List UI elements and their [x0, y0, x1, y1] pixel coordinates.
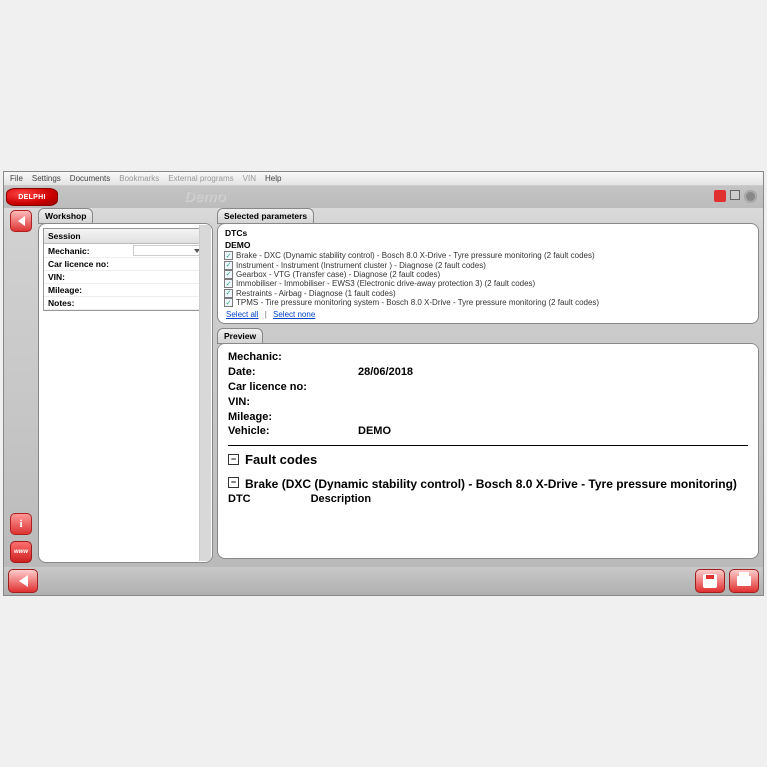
tab-selected-parameters[interactable]: Selected parameters: [217, 208, 314, 224]
pv-vin-label: VIN:: [228, 395, 358, 410]
dtc-item-label: Gearbox - VTG (Transfer case) - Diagnose…: [236, 270, 440, 279]
fault-codes-heading: Fault codes: [245, 452, 317, 467]
pv-vehicle-label: Vehicle:: [228, 424, 358, 439]
selection-links: Select all | Select none: [226, 310, 750, 319]
dtc-item-label: TPMS - Tire pressure monitoring system -…: [236, 298, 599, 307]
dtc-group-label: DEMO: [225, 240, 752, 250]
arrow-left-icon: [19, 575, 28, 587]
left-toolbar: i www: [8, 208, 34, 563]
mileage-field[interactable]: Mileage:: [44, 284, 207, 297]
section-expander-icon[interactable]: −: [228, 477, 239, 488]
col-description: Description: [311, 493, 372, 505]
checkbox-icon[interactable]: ✓: [224, 251, 233, 260]
session-header: Session: [44, 229, 207, 244]
menu-external-programs[interactable]: External programs: [168, 174, 233, 183]
dtc-check-item[interactable]: ✓Restraints - Airbag - Diagnose (1 fault…: [224, 289, 752, 298]
minimize-icon[interactable]: [714, 190, 726, 202]
pv-car-licence-value: [358, 380, 748, 395]
info-button[interactable]: i: [10, 513, 32, 535]
menu-settings[interactable]: Settings: [32, 174, 61, 183]
notes-field-label-row: Notes:: [44, 297, 207, 310]
dtc-item-label: Brake - DXC (Dynamic stability control) …: [236, 251, 595, 260]
pv-mechanic-label: Mechanic:: [228, 350, 358, 365]
web-button[interactable]: www: [10, 541, 32, 563]
select-all-link[interactable]: Select all: [226, 310, 258, 319]
pv-date-label: Date:: [228, 365, 358, 380]
fault-codes-expander-icon[interactable]: −: [228, 454, 239, 465]
right-column: Selected parameters DTCs DEMO ✓Brake - D…: [217, 208, 759, 563]
menu-bookmarks[interactable]: Bookmarks: [119, 174, 159, 183]
pv-mileage-value: [358, 410, 748, 425]
checkbox-icon[interactable]: ✓: [224, 298, 233, 307]
pv-vehicle-value: DEMO: [358, 424, 748, 439]
car-licence-label: Car licence no:: [48, 259, 133, 269]
mechanic-label: Mechanic:: [48, 246, 133, 256]
workshop-panel: Workshop Session Mechanic: Car licence n…: [38, 208, 213, 563]
car-licence-field[interactable]: Car licence no:: [44, 258, 207, 271]
vin-label: VIN:: [48, 272, 133, 282]
app-window: File Settings Documents Bookmarks Extern…: [3, 171, 764, 596]
mechanic-field[interactable]: Mechanic:: [44, 244, 207, 258]
fault-section-heading: Brake (DXC (Dynamic stability control) -…: [245, 477, 737, 491]
mileage-label: Mileage:: [48, 285, 133, 295]
checkbox-icon[interactable]: ✓: [224, 279, 233, 288]
mode-watermark: Demo: [184, 188, 226, 205]
menu-documents[interactable]: Documents: [70, 174, 110, 183]
bottom-toolbar: [4, 567, 763, 595]
pv-car-licence-label: Car licence no:: [228, 380, 358, 395]
tab-preview[interactable]: Preview: [217, 328, 263, 344]
dtc-check-item[interactable]: ✓TPMS - Tire pressure monitoring system …: [224, 298, 752, 307]
save-button[interactable]: [695, 569, 725, 593]
back-button[interactable]: [8, 569, 38, 593]
dtc-item-label: Immobiliser - Immobiliser - EWS3 (Electr…: [236, 279, 535, 288]
pv-vin-value: [358, 395, 748, 410]
dtc-check-item[interactable]: ✓Instrument - Instrument (Instrument clu…: [224, 260, 752, 269]
dtc-item-label: Instrument - Instrument (Instrument clus…: [236, 261, 486, 270]
menu-vin[interactable]: VIN: [243, 174, 256, 183]
menu-file[interactable]: File: [10, 174, 23, 183]
vin-field[interactable]: VIN:: [44, 271, 207, 284]
checkbox-icon[interactable]: ✓: [224, 289, 233, 298]
nav-back-small-button[interactable]: [10, 210, 32, 232]
settings-gear-icon[interactable]: [744, 190, 757, 203]
workshop-scrollbar[interactable]: [199, 225, 211, 561]
arrow-left-icon: [18, 216, 25, 226]
pv-mechanic-value: [358, 350, 748, 365]
save-disk-icon: [703, 574, 717, 588]
dtc-checklist: ✓Brake - DXC (Dynamic stability control)…: [224, 251, 752, 307]
maximize-icon[interactable]: [730, 190, 740, 200]
preview-content: Mechanic: Date:28/06/2018 Car licence no…: [218, 344, 758, 547]
col-dtc: DTC: [228, 493, 251, 505]
printer-icon: [737, 576, 751, 586]
pv-mileage-label: Mileage:: [228, 410, 358, 425]
menu-help[interactable]: Help: [265, 174, 281, 183]
main-body: i www Workshop Session Mechanic: Car lic…: [4, 208, 763, 567]
dtc-item-label: Restraints - Airbag - Diagnose (1 fault …: [236, 289, 396, 298]
menubar: File Settings Documents Bookmarks Extern…: [4, 172, 763, 186]
print-button[interactable]: [729, 569, 759, 593]
dtc-check-item[interactable]: ✓Brake - DXC (Dynamic stability control)…: [224, 251, 752, 260]
notes-label: Notes:: [48, 298, 133, 308]
brand-logo: DELPHI: [6, 188, 58, 206]
tab-workshop[interactable]: Workshop: [38, 208, 93, 224]
brand-bar: DELPHI Demo: [4, 186, 763, 208]
checkbox-icon[interactable]: ✓: [224, 270, 233, 279]
select-none-link[interactable]: Select none: [273, 310, 315, 319]
dtc-check-item[interactable]: ✓Gearbox - VTG (Transfer case) - Diagnos…: [224, 270, 752, 279]
dtcs-heading: DTCs: [225, 228, 752, 238]
checkbox-icon[interactable]: ✓: [224, 261, 233, 270]
dtc-check-item[interactable]: ✓Immobiliser - Immobiliser - EWS3 (Elect…: [224, 279, 752, 288]
pv-date-value: 28/06/2018: [358, 365, 748, 380]
